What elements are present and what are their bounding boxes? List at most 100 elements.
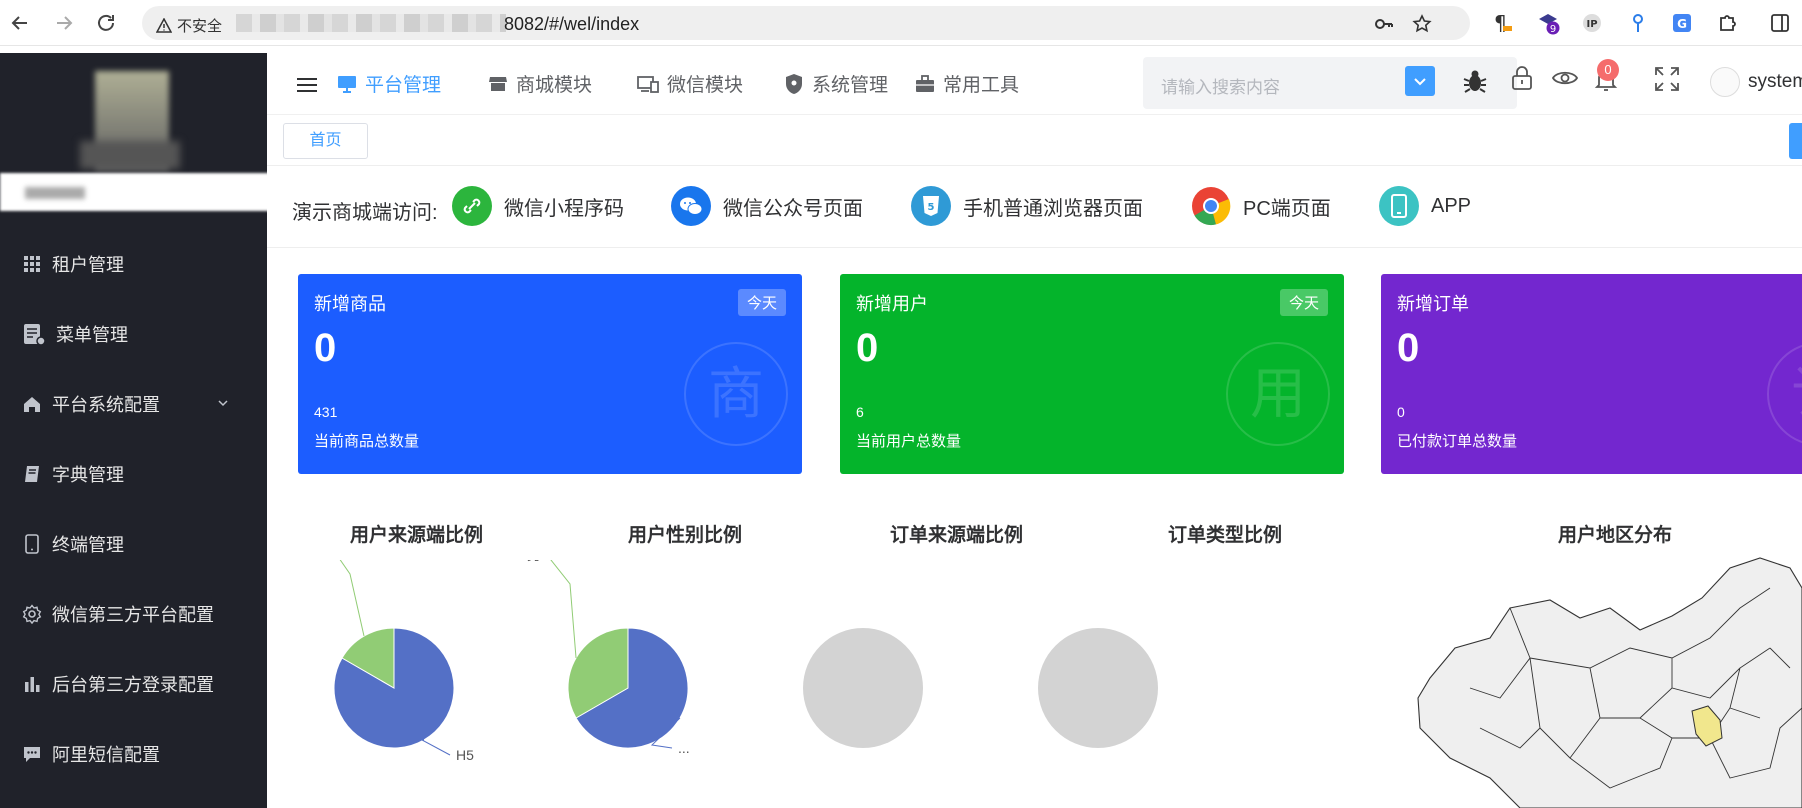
- card-value: 0: [314, 326, 337, 370]
- blurred-host: [236, 14, 506, 32]
- search-dropdown-button[interactable]: [1405, 66, 1435, 96]
- sidebar-item-dictionary[interactable]: 字典管理: [0, 439, 267, 509]
- tag-bar-menu-button[interactable]: [1789, 123, 1802, 159]
- card-total-label: 已付款订单总数量: [1397, 433, 1518, 450]
- security-indicator[interactable]: 不安全: [156, 15, 222, 36]
- demo-link-mobile-browser[interactable]: 5 手机普通浏览器页面: [911, 186, 1143, 226]
- demo-link-app[interactable]: APP: [1379, 186, 1471, 226]
- monitor-icon: [338, 75, 356, 93]
- back-arrow-icon[interactable]: [8, 11, 32, 35]
- sidebar-item-label: 微信第三方平台配置: [52, 605, 214, 625]
- svg-text:G: G: [1677, 17, 1687, 31]
- url-text[interactable]: 8082/#/wel/index: [504, 14, 639, 35]
- pie-label-line: [339, 560, 365, 637]
- location-pin-icon[interactable]: [1626, 11, 1650, 35]
- browser-toolbar: 不安全 8082/#/wel/index ¶ 9 IP G: [0, 0, 1802, 46]
- card-total: 431: [314, 404, 338, 420]
- tab-mall-module[interactable]: 商城模块: [488, 70, 592, 97]
- demo-link-pc[interactable]: PC端页面: [1191, 186, 1331, 226]
- sidebar-item-label: 租户管理: [52, 255, 124, 275]
- card-watermark: 订: [1767, 342, 1802, 446]
- tab-label: 系统管理: [812, 75, 889, 96]
- chart-title-user-source: 用户来源端比例: [350, 525, 484, 546]
- forward-arrow-icon[interactable]: [52, 11, 76, 35]
- paragraph-extension-icon[interactable]: ¶: [1490, 11, 1514, 35]
- china-region-map: [1417, 557, 1802, 808]
- chart-title-order-source: 订单来源端比例: [890, 525, 1024, 546]
- side-panel-icon[interactable]: [1768, 11, 1792, 35]
- demo-link-label: PC端页面: [1243, 197, 1331, 220]
- pie-label: 男: [527, 560, 541, 563]
- card-title: 新增商品: [314, 294, 386, 314]
- card-title: 新增用户: [856, 294, 928, 314]
- briefcase-icon: [916, 74, 934, 92]
- sidebar-menu: 租户管理 菜单管理 平台系统配置 字典管理 终端管理 微信第三方平台配置 后台第…: [0, 229, 267, 789]
- sidebar-item-label: 后台第三方登录配置: [52, 675, 214, 695]
- sidebar-item-label: 字典管理: [52, 465, 124, 485]
- wechat-icon: [671, 186, 711, 226]
- security-label: 不安全: [177, 18, 223, 35]
- bug-icon[interactable]: [1461, 67, 1489, 95]
- chart-title-order-type: 订单类型比例: [1168, 525, 1283, 546]
- sidebar-item-terminal[interactable]: 终端管理: [0, 509, 267, 579]
- fullscreen-icon[interactable]: [1653, 65, 1681, 93]
- sidebar-item-label: 阿里短信配置: [52, 745, 160, 765]
- card-total: 0: [1397, 404, 1405, 420]
- menu-settings-icon: [24, 324, 46, 346]
- eye-icon[interactable]: [1552, 68, 1578, 88]
- reload-icon[interactable]: [94, 11, 118, 35]
- search-input[interactable]: 请输入搜索内容: [1161, 73, 1280, 98]
- tag-home[interactable]: 首页: [283, 123, 368, 159]
- chart-title-user-gender: 用户性别比例: [628, 525, 743, 546]
- tab-label: 微信模块: [667, 75, 744, 96]
- tab-wechat-module[interactable]: 微信模块: [637, 70, 743, 97]
- svg-text:5: 5: [928, 202, 935, 213]
- puzzle-extensions-icon[interactable]: [1716, 11, 1740, 35]
- demo-link-label: 微信小程序码: [504, 197, 624, 220]
- bar-chart-icon: [25, 677, 40, 692]
- star-icon[interactable]: [1412, 14, 1432, 34]
- book-icon: [25, 466, 39, 482]
- avatar[interactable]: [1710, 67, 1740, 97]
- sidebar-item-third-party-login[interactable]: 后台第三方登录配置: [0, 649, 267, 719]
- tab-platform-management[interactable]: 平台管理: [337, 70, 441, 97]
- hamburger-menu-icon[interactable]: [297, 77, 317, 93]
- card-badge: 今天: [1279, 289, 1328, 316]
- sidebar-item-ali-sms[interactable]: 阿里短信配置: [0, 719, 267, 789]
- stat-card-orders: 新增订单 0 0 已付款订单总数量 订: [1381, 274, 1802, 474]
- stat-card-products: 新增商品 今天 0 431 当前商品总数量 商: [298, 274, 802, 474]
- notification-badge: 0: [1597, 59, 1619, 81]
- demo-link-official-account[interactable]: 微信公众号页面: [671, 186, 863, 226]
- username[interactable]: system: [1748, 71, 1802, 93]
- pie-label: H5: [456, 747, 474, 763]
- translate-icon[interactable]: G: [1670, 11, 1694, 35]
- lock-icon[interactable]: [1510, 65, 1534, 91]
- card-watermark: 商: [684, 342, 788, 446]
- devices-icon: [637, 75, 659, 93]
- key-icon[interactable]: [1374, 14, 1394, 34]
- sidebar-item-platform-config[interactable]: 平台系统配置: [0, 369, 267, 439]
- card-title: 新增订单: [1397, 294, 1469, 314]
- link-icon: [452, 186, 492, 226]
- demo-links: 演示商城端访问: 微信小程序码 微信公众号页面 5 手机普通浏览器页面 PC端页…: [267, 166, 1802, 248]
- card-total-label: 当前用户总数量: [856, 433, 962, 450]
- tag-bar: 首页: [267, 115, 1802, 166]
- home-icon: [24, 397, 40, 412]
- shop-icon: [489, 76, 507, 91]
- shield-icon: [786, 73, 802, 94]
- card-total-label: 当前商品总数量: [314, 433, 420, 450]
- grid-icon: [24, 256, 40, 272]
- map-region[interactable]: [1417, 557, 1802, 808]
- sidebar-item-wechat-third-party[interactable]: 微信第三方平台配置: [0, 579, 267, 649]
- address-bar[interactable]: 不安全 8082/#/wel/index: [142, 6, 1470, 40]
- demo-link-mini-program[interactable]: 微信小程序码: [452, 186, 624, 226]
- sidebar-item-tenant[interactable]: 租户管理: [0, 229, 267, 299]
- tab-common-tools[interactable]: 常用工具: [915, 70, 1019, 97]
- tab-system-management[interactable]: 系统管理: [784, 70, 888, 97]
- sidebar-item-menu[interactable]: 菜单管理: [0, 299, 267, 369]
- sidebar-item-label: 平台系统配置: [52, 395, 160, 415]
- card-total: 6: [856, 404, 864, 420]
- ip-extension-icon[interactable]: IP: [1580, 11, 1604, 35]
- top-header: 平台管理 商城模块 微信模块 系统管理 常用工具 请输入搜索内容 0 syste…: [267, 53, 1802, 115]
- extension-badge-icon[interactable]: 9: [1536, 11, 1560, 35]
